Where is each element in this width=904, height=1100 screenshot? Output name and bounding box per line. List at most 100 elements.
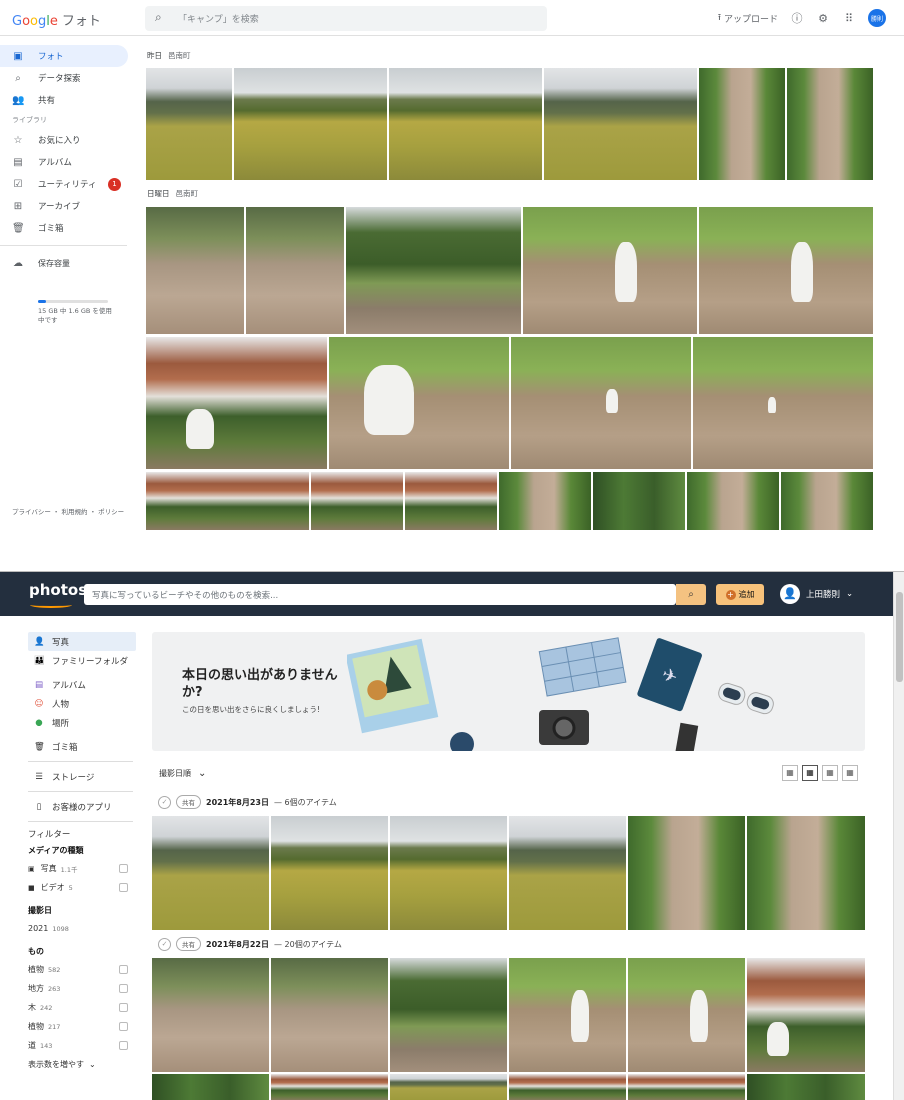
- photo-thumbnail[interactable]: [699, 68, 785, 180]
- photo-icon: ▣: [13, 50, 23, 62]
- photo-thumbnail[interactable]: [152, 958, 269, 1072]
- user-menu[interactable]: 👤 上田勝則 ⌄: [780, 584, 853, 604]
- nav-photos[interactable]: 👤 写真: [28, 632, 136, 651]
- filter-checkbox[interactable]: [119, 965, 128, 974]
- photo-thumbnail[interactable]: [781, 472, 873, 530]
- photo-thumbnail[interactable]: [146, 68, 232, 180]
- amazon-photos-logo[interactable]: photos: [29, 581, 87, 599]
- nav-apps[interactable]: ▯ お客様のアプリ: [28, 797, 136, 816]
- nav-albums[interactable]: ▤ アルバム: [28, 675, 136, 694]
- nav-trash[interactable]: 🗑 ゴミ箱: [0, 217, 135, 239]
- memories-banner[interactable]: 本日の思い出がありませんか? この日を思い出をさらに良くしましょう! ✈: [152, 632, 865, 751]
- filter-checkbox[interactable]: [119, 1003, 128, 1012]
- filter-thing[interactable]: 植物 582: [28, 960, 136, 979]
- filter-thing[interactable]: 植物 217: [28, 1017, 136, 1036]
- photo-thumbnail[interactable]: [628, 958, 745, 1072]
- filter-thing[interactable]: 地方 263: [28, 979, 136, 998]
- nav-favorites[interactable]: ☆ お気に入り: [0, 129, 135, 151]
- photo-thumbnail[interactable]: [499, 472, 591, 530]
- photo-thumbnail[interactable]: [787, 68, 873, 180]
- photo-thumbnail[interactable]: [152, 1074, 269, 1100]
- photo-thumbnail[interactable]: [628, 816, 745, 930]
- filter-photos[interactable]: ▣ 写真 1.1千: [28, 859, 136, 878]
- photo-thumbnail[interactable]: [747, 1074, 865, 1100]
- divider: [28, 821, 133, 822]
- photo-thumbnail[interactable]: [628, 1074, 745, 1100]
- photo-thumbnail[interactable]: [544, 68, 697, 180]
- nav-photos[interactable]: ▣ フォト: [0, 45, 128, 67]
- filter-checkbox[interactable]: [119, 984, 128, 993]
- photo-thumbnail[interactable]: [234, 68, 387, 180]
- scrollbar[interactable]: [893, 572, 904, 1100]
- search-bar[interactable]: 写真に写っているビーチやその他のものを検索...: [84, 584, 676, 605]
- filter-checkbox[interactable]: [119, 883, 128, 892]
- nav-family-folder[interactable]: 👪 ファミリーフォルダ: [28, 651, 136, 670]
- footer-links[interactable]: プライバシー ・ 利用規約 ・ ポリシー: [12, 506, 124, 516]
- select-group-checkbox[interactable]: ✓: [158, 937, 171, 951]
- filter-checkbox[interactable]: [119, 1022, 128, 1031]
- nav-storage[interactable]: ☁ 保存容量: [0, 252, 135, 274]
- photo-thumbnail[interactable]: [509, 1074, 626, 1100]
- date-group-header: 昨日 邑南町: [147, 50, 191, 61]
- search-button[interactable]: ⌕: [676, 584, 706, 605]
- photo-thumbnail[interactable]: [271, 816, 388, 930]
- photo-thumbnail[interactable]: [311, 472, 403, 530]
- filter-checkbox[interactable]: [119, 1041, 128, 1050]
- filter-thing[interactable]: 道 143: [28, 1036, 136, 1055]
- nav-sharing[interactable]: 👥 共有: [0, 89, 135, 111]
- filter-videos[interactable]: ■ ビデオ 5: [28, 878, 136, 897]
- photo-thumbnail[interactable]: [693, 337, 873, 469]
- filter-year[interactable]: 2021 1098: [28, 919, 136, 938]
- photo-thumbnail[interactable]: [405, 472, 497, 530]
- help-icon[interactable]: ⓘ: [790, 11, 804, 25]
- large-grid-icon[interactable]: ▦: [782, 765, 798, 781]
- upload-button[interactable]: ⭱ アップロード: [718, 10, 778, 26]
- select-group-checkbox[interactable]: ✓: [158, 795, 171, 809]
- google-photos-logo[interactable]: Google フォト: [12, 10, 101, 29]
- avatar[interactable]: 勝則: [868, 9, 886, 27]
- photo-thumbnail[interactable]: [146, 337, 327, 469]
- compact-grid-icon[interactable]: ▦: [842, 765, 858, 781]
- photo-thumbnail[interactable]: [523, 207, 697, 334]
- photo-thumbnail[interactable]: [271, 1074, 388, 1100]
- photo-thumbnail[interactable]: [389, 68, 542, 180]
- photo-thumbnail[interactable]: [390, 816, 507, 930]
- nav-trash[interactable]: 🗑 ゴミ箱: [28, 737, 136, 756]
- photo-thumbnail[interactable]: [747, 816, 865, 930]
- show-more-link[interactable]: 表示数を増やす ⌄: [28, 1055, 136, 1074]
- nav-storage[interactable]: ☰ ストレージ: [28, 767, 136, 786]
- nav-explore[interactable]: ⌕ データ探索: [0, 67, 135, 89]
- nav-people[interactable]: ☺ 人物: [28, 694, 136, 713]
- scrollbar-thumb[interactable]: [896, 592, 903, 682]
- search-bar[interactable]: ⌕ 「キャンプ」を検索: [145, 6, 547, 31]
- nav-places[interactable]: ● 場所: [28, 713, 136, 732]
- sort-dropdown[interactable]: 撮影日順 ⌄: [159, 768, 206, 779]
- photo-thumbnail[interactable]: [511, 337, 691, 469]
- medium-grid-icon[interactable]: ▦: [802, 765, 818, 781]
- photo-thumbnail[interactable]: [509, 958, 626, 1072]
- add-button[interactable]: + 追加: [716, 584, 764, 605]
- photo-thumbnail[interactable]: [593, 472, 685, 530]
- filter-checkbox[interactable]: [119, 864, 128, 873]
- nav-albums[interactable]: ▤ アルバム: [0, 151, 135, 173]
- photo-thumbnail[interactable]: [271, 958, 388, 1072]
- photo-thumbnail[interactable]: [246, 207, 344, 334]
- small-grid-icon[interactable]: ▦: [822, 765, 838, 781]
- gear-icon[interactable]: ⚙: [816, 11, 830, 25]
- apps-grid-icon[interactable]: ⠿: [842, 11, 856, 25]
- photo-thumbnail[interactable]: [329, 337, 509, 469]
- filter-thing[interactable]: 木 242: [28, 998, 136, 1017]
- nav-label: 共有: [38, 96, 56, 106]
- photo-thumbnail[interactable]: [146, 472, 309, 530]
- photo-thumbnail[interactable]: [699, 207, 873, 334]
- photo-thumbnail[interactable]: [152, 816, 269, 930]
- photo-thumbnail[interactable]: [509, 816, 626, 930]
- photo-thumbnail[interactable]: [146, 207, 244, 334]
- photo-thumbnail[interactable]: [346, 207, 521, 334]
- photo-thumbnail[interactable]: [390, 1074, 507, 1100]
- nav-utilities[interactable]: ☑ ユーティリティ 1: [0, 173, 135, 195]
- photo-thumbnail[interactable]: [747, 958, 865, 1072]
- photo-thumbnail[interactable]: [687, 472, 779, 530]
- photo-thumbnail[interactable]: [390, 958, 507, 1072]
- nav-archive[interactable]: ⊞ アーカイブ: [0, 195, 135, 217]
